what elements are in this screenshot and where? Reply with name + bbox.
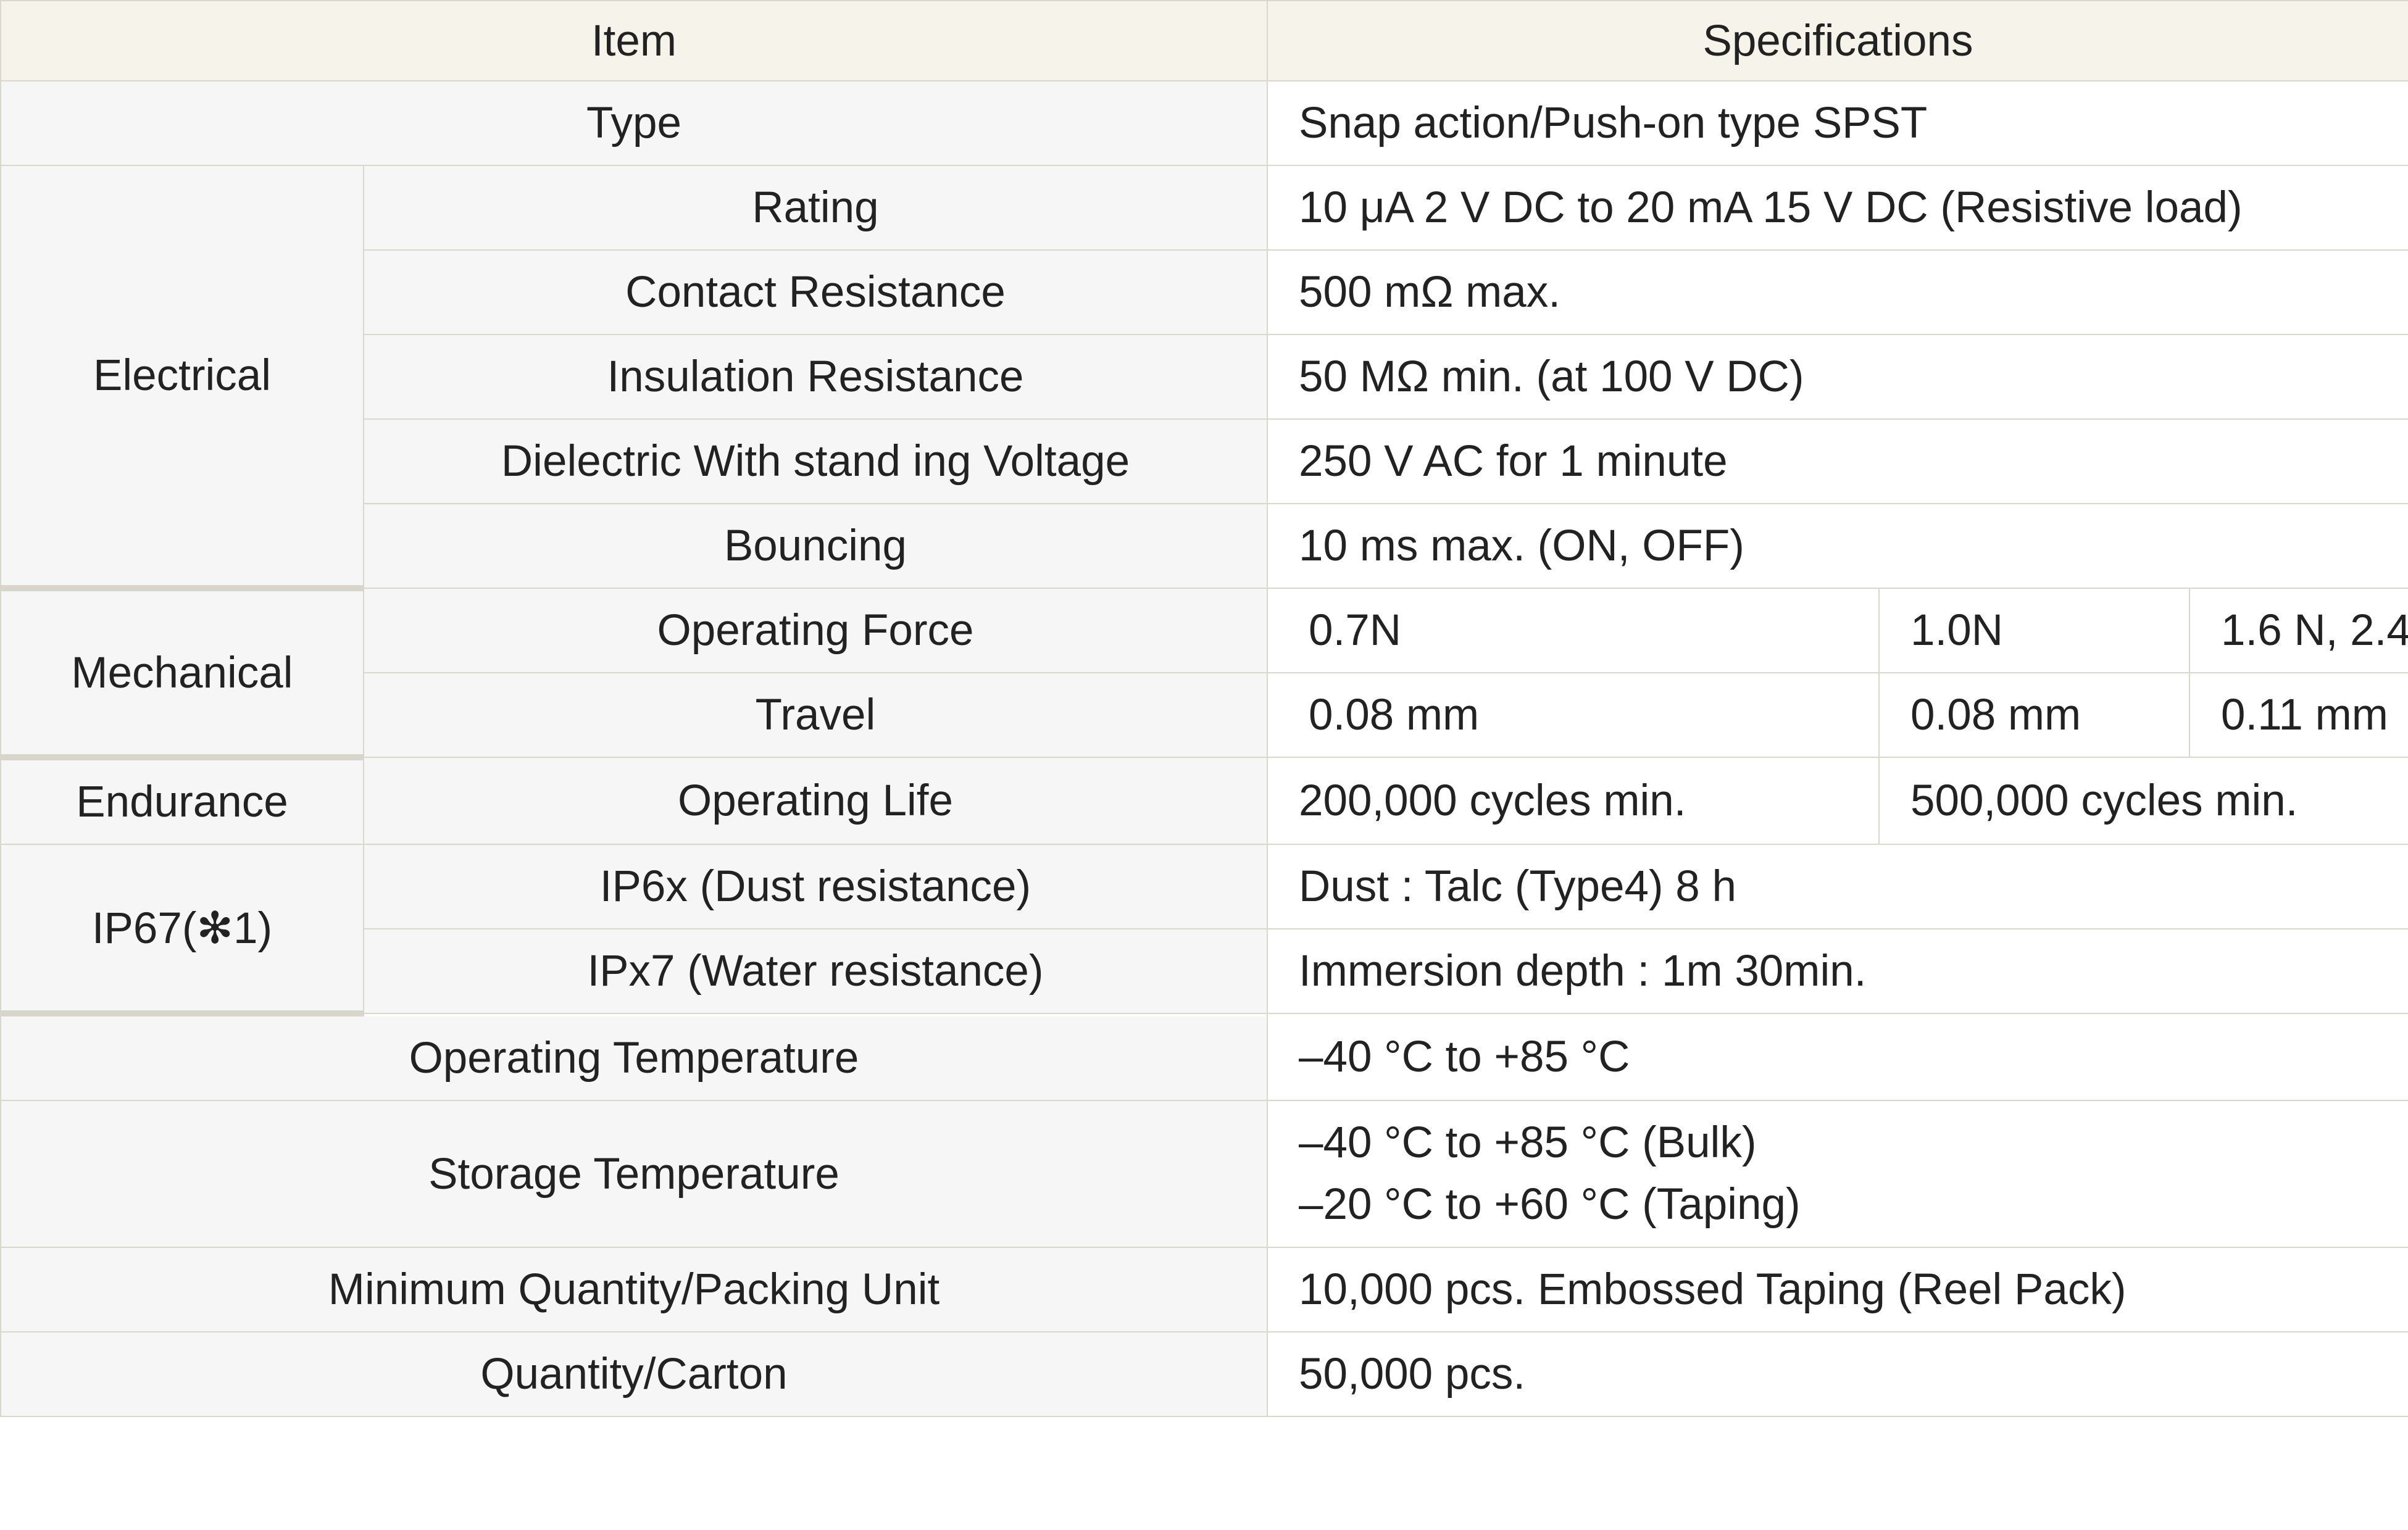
storage-temperature-label: Storage Temperature <box>0 1100 1268 1248</box>
operating-life-label: Operating Life <box>363 757 1268 845</box>
rating-label: Rating <box>363 165 1268 251</box>
ipx7-label: IPx7 (Water resistance) <box>363 928 1268 1014</box>
type-value: Snap action/Push-on type SPST <box>1266 80 2408 166</box>
insulation-resistance-value: 50 MΩ min. (at 100 V DC) <box>1266 334 2408 420</box>
row-storage-temperature: Storage Temperature –40 °C to +85 °C (Bu… <box>0 1100 2408 1248</box>
packing-unit-value: 10,000 pcs. Embossed Taping (Reel Pack) <box>1266 1247 2408 1333</box>
dielectric-voltage-value: 250 V AC for 1 minute <box>1266 418 2408 504</box>
type-label: Type <box>0 80 1268 166</box>
operating-force-value-1: 0.7N <box>1267 588 1880 673</box>
carton-value: 50,000 pcs. <box>1266 1331 2408 1417</box>
travel-value-1: 0.08 mm <box>1267 672 1880 758</box>
travel-value-2: 0.08 mm <box>1878 672 2190 758</box>
operating-force-value-2: 1.0N <box>1878 588 2190 673</box>
group-mechanical: Mechanical <box>0 588 364 760</box>
group-ip67: IP67(✻1) <box>0 844 364 1017</box>
operating-temperature-value: –40 °C to +85 °C <box>1266 1013 2408 1101</box>
dielectric-voltage-label: Dielectric With stand ing Voltage <box>363 418 1268 504</box>
operating-life-value-2: 500,000 cycles min. <box>1878 757 2408 845</box>
header-row: Item Specifications <box>0 0 2408 81</box>
group-electrical: Electrical <box>0 165 364 591</box>
insulation-resistance-label: Insulation Resistance <box>363 334 1268 420</box>
header-specifications: Specifications <box>1266 0 2408 81</box>
carton-label: Quantity/Carton <box>0 1331 1268 1417</box>
row-operating-life: Endurance Operating Life 200,000 cycles … <box>0 757 2408 845</box>
group-endurance: Endurance <box>0 757 364 845</box>
storage-temperature-taping: –20 °C to +60 °C (Taping) <box>1299 1180 1801 1229</box>
storage-temperature-bulk: –40 °C to +85 °C (Bulk) <box>1299 1118 1757 1167</box>
ip6x-label: IP6x (Dust resistance) <box>363 844 1268 929</box>
contact-resistance-label: Contact Resistance <box>363 249 1268 335</box>
rating-value: 10 μA 2 V DC to 20 mA 15 V DC (Resistive… <box>1266 165 2408 251</box>
row-ip6x: IP67(✻1) IP6x (Dust resistance) Dust : T… <box>0 844 2408 1017</box>
row-carton: Quantity/Carton 50,000 pcs. <box>0 1331 2408 1417</box>
travel-label: Travel <box>363 672 1268 758</box>
bouncing-label: Bouncing <box>363 503 1268 589</box>
ipx7-value: Immersion depth : 1m 30min. <box>1266 928 2408 1014</box>
spec-table: Item Specifications Type Snap action/Pus… <box>0 0 2408 1417</box>
header-item: Item <box>0 0 1268 81</box>
operating-force-value-3: 1.6 N, 2.4 <box>2188 588 2408 673</box>
bouncing-value: 10 ms max. (ON, OFF) <box>1266 503 2408 589</box>
row-packing-unit: Minimum Quantity/Packing Unit 10,000 pcs… <box>0 1247 2408 1333</box>
row-operating-temperature: Operating Temperature –40 °C to +85 °C <box>0 1013 2408 1101</box>
ip6x-value: Dust : Talc (Type4) 8 h <box>1266 844 2408 929</box>
row-type: Type Snap action/Push-on type SPST <box>0 80 2408 166</box>
contact-resistance-value: 500 mΩ max. <box>1266 249 2408 335</box>
packing-unit-label: Minimum Quantity/Packing Unit <box>0 1247 1268 1333</box>
operating-force-label: Operating Force <box>363 588 1268 673</box>
operating-temperature-label: Operating Temperature <box>0 1013 1268 1101</box>
row-operating-force: Mechanical Operating Force 0.7N 1.0N 1.6… <box>0 588 2408 760</box>
travel-value-3: 0.11 mm <box>2188 672 2408 758</box>
operating-life-value-1: 200,000 cycles min. <box>1267 757 1880 845</box>
storage-temperature-values: –40 °C to +85 °C (Bulk) –20 °C to +60 °C… <box>1266 1100 2408 1248</box>
row-rating: Electrical Rating 10 μA 2 V DC to 20 mA … <box>0 165 2408 591</box>
